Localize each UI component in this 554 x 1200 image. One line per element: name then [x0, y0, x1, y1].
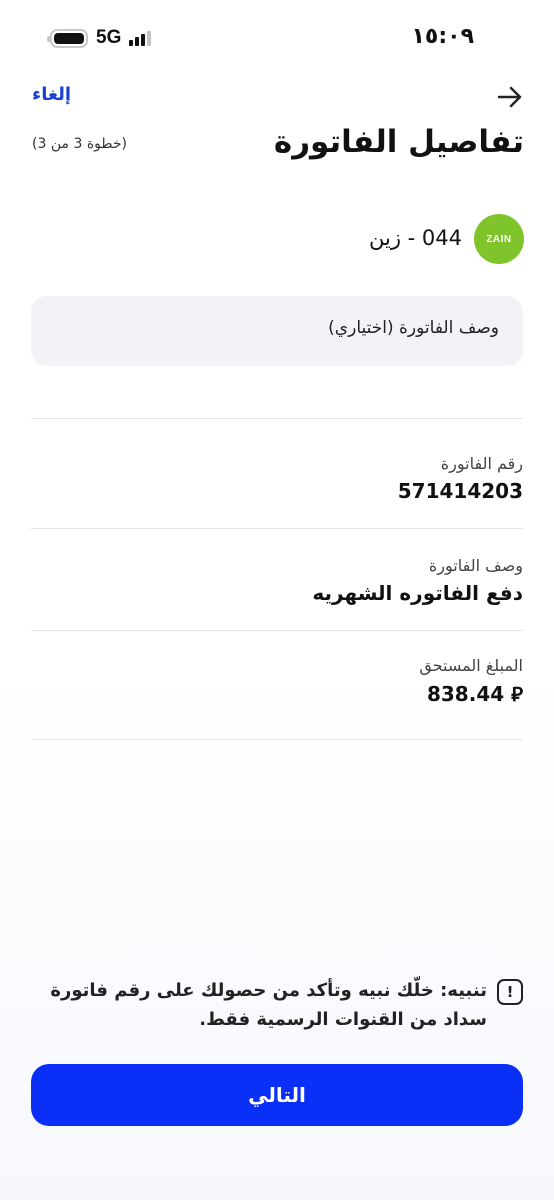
- cancel-button[interactable]: إلغاء: [32, 84, 71, 105]
- exclamation-icon: !: [497, 979, 523, 1005]
- step-indicator: (خطوة 3 من 3): [32, 136, 127, 152]
- provider-logo: ZAIN: [474, 214, 524, 264]
- amount-due-label: المبلغ المستحق: [419, 656, 523, 675]
- notice-text: تنبيه: خلّك نبيه وتأكد من حصولك على رقم …: [50, 980, 487, 1030]
- bill-number-label: رقم الفاتورة: [440, 454, 523, 473]
- divider: [31, 528, 523, 529]
- amount-due-value: 838.44 ⃁: [426, 682, 523, 706]
- arrow-right-icon[interactable]: [496, 84, 524, 110]
- battery-icon: [47, 28, 88, 48]
- provider-name: 044 - زين: [369, 226, 462, 250]
- next-button[interactable]: التالي: [31, 1064, 523, 1126]
- divider: [31, 418, 523, 419]
- bill-description-value: دفع الفاتوره الشهريه: [312, 581, 523, 605]
- divider: [31, 630, 523, 631]
- notice: ! تنبيه: خلّك نبيه وتأكد من حصولك على رق…: [40, 976, 523, 1034]
- provider-logo-text: ZAIN: [486, 233, 512, 245]
- status-time: ١٥:٠٩: [411, 24, 474, 49]
- divider: [31, 739, 523, 740]
- bill-description-block: وصف الفاتورة دفع الفاتوره الشهريه: [31, 556, 523, 605]
- header: إلغاء: [30, 82, 524, 112]
- bill-description-label: وصف الفاتورة: [428, 556, 523, 575]
- bill-number-value: 571414203: [397, 479, 523, 503]
- provider-row: ZAIN 044 - زين: [30, 214, 524, 266]
- description-input[interactable]: وصف الفاتورة (اختياري): [31, 296, 523, 366]
- page-title: تفاصيل الفاتورة: [273, 124, 524, 160]
- title-row: تفاصيل الفاتورة (خطوة 3 من 3): [30, 124, 524, 170]
- bill-number-block: رقم الفاتورة 571414203: [31, 454, 523, 503]
- status-indicators: 5G: [47, 26, 152, 50]
- network-label: 5G: [96, 27, 122, 48]
- description-placeholder: وصف الفاتورة (اختياري): [328, 318, 499, 338]
- signal-icon: [129, 30, 152, 46]
- amount-due-block: المبلغ المستحق 838.44 ⃁: [31, 656, 523, 707]
- status-bar: 5G ١٥:٠٩: [0, 0, 554, 76]
